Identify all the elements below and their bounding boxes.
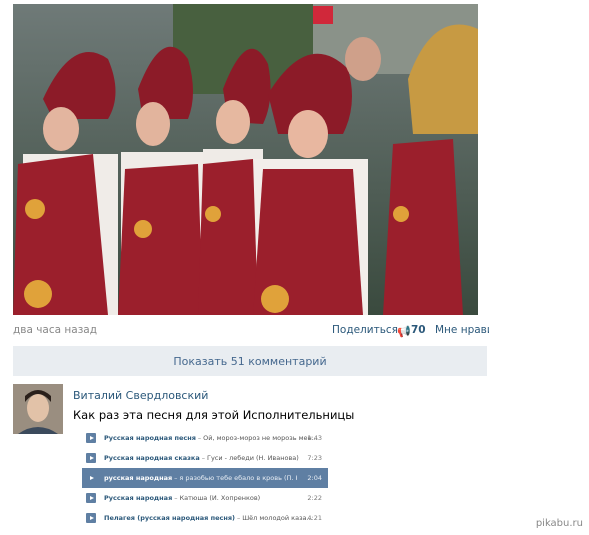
watermark: pikabu.ru: [535, 518, 583, 529]
track-separator: –: [174, 494, 178, 502]
play-icon[interactable]: [86, 493, 96, 503]
share-count[interactable]: 70: [411, 324, 426, 336]
audio-track[interactable]: русская народная – я разобью тебе ебало в …: [82, 468, 328, 488]
audio-track[interactable]: Русская народная – Катюша (И. Хопренков) 2:…: [82, 488, 328, 508]
post-time[interactable]: два часа назад: [13, 324, 97, 336]
track-duration: 7:23: [307, 454, 322, 462]
track-title[interactable]: Шёл молодой каза...: [242, 514, 313, 522]
track-artist[interactable]: Пелагея (русская народная песня): [104, 514, 235, 522]
track-artist[interactable]: Русская народная: [104, 494, 172, 502]
show-comments-button[interactable]: Показать 51 комментарий: [13, 346, 487, 376]
audio-track[interactable]: Пелагея (русская народная песня) – Шёл мол…: [82, 508, 328, 528]
comment-author[interactable]: Виталий Свердловский: [73, 389, 208, 402]
track-duration: 4:21: [307, 514, 322, 522]
track-duration: 2:04: [307, 474, 322, 482]
play-icon[interactable]: [86, 513, 96, 523]
track-artist[interactable]: русская народная: [104, 474, 172, 482]
post-photo[interactable]: [13, 4, 478, 315]
track-title[interactable]: Ой, мороз-мороз не морозь мен...: [203, 434, 318, 442]
play-icon[interactable]: [86, 433, 96, 443]
track-artist[interactable]: Русская народная песня: [104, 434, 196, 442]
track-title[interactable]: Гуси - лебеди (Н. Иванова): [207, 454, 299, 462]
track-separator: –: [197, 434, 202, 442]
audio-track[interactable]: Русская народная песня – Ой, мороз-мороз н…: [82, 428, 328, 448]
audio-track[interactable]: Русская народная сказка – Гуси - лебеди (Н…: [82, 448, 328, 468]
track-separator: –: [174, 474, 178, 482]
play-icon[interactable]: [86, 473, 96, 483]
track-separator: –: [236, 514, 241, 522]
share-button[interactable]: Поделиться: [332, 324, 398, 336]
track-title[interactable]: Катюша (И. Хопренков): [180, 494, 261, 502]
play-icon[interactable]: [86, 453, 96, 463]
megaphone-icon[interactable]: 📢: [397, 325, 411, 338]
track-artist[interactable]: Русская народная сказка: [104, 454, 200, 462]
avatar[interactable]: [13, 384, 63, 434]
track-duration: 2:22: [307, 494, 322, 502]
comment-text: Как раз эта песня для этой Исполнительни…: [73, 408, 355, 422]
track-title[interactable]: я разобью тебе ебало в кровь (П. Кон...: [179, 474, 297, 482]
post-meta: два часа назад Поделиться 📢 70 Мне нрави…: [13, 322, 489, 338]
audio-list: Русская народная песня – Ой, мороз-мороз н…: [82, 428, 328, 528]
like-button[interactable]: Мне нравится: [435, 324, 489, 336]
track-duration: 1:43: [307, 434, 322, 442]
track-separator: –: [201, 454, 205, 462]
